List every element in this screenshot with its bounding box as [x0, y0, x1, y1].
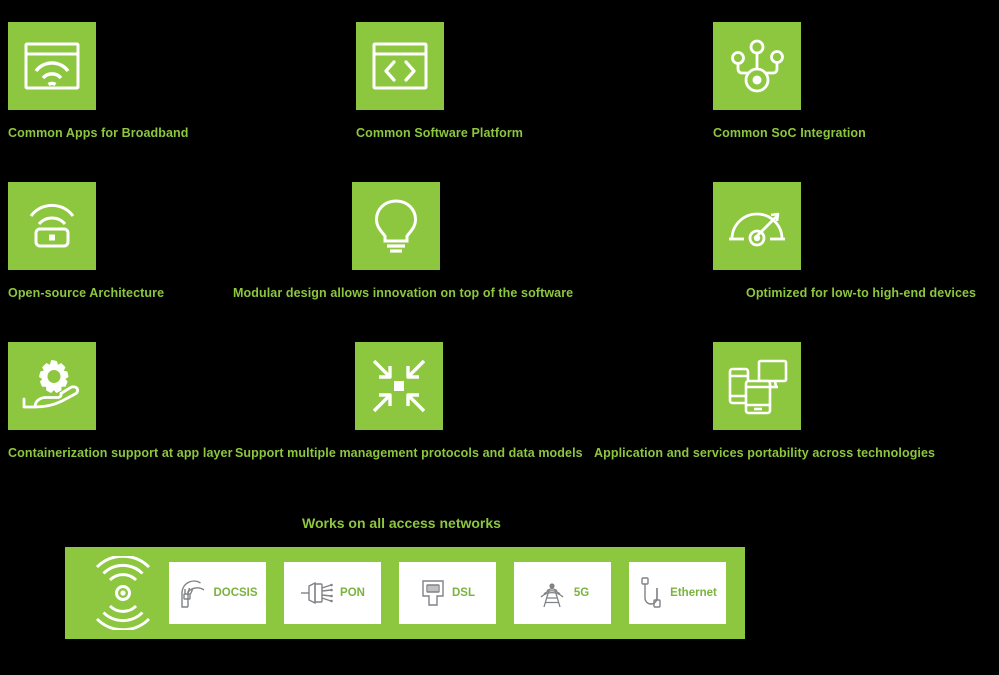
access-card-label: DSL	[452, 587, 475, 599]
feature-row: Open-source Architecture Modular design …	[0, 160, 999, 320]
feature-label: Common Apps for Broadband	[8, 126, 189, 140]
rj45-jack-icon	[420, 578, 446, 608]
converge-arrows-icon	[355, 342, 443, 430]
browser-wifi-icon	[8, 22, 96, 110]
code-window-icon	[356, 22, 444, 110]
feature-cell-containerization-support: Containerization support at app layer	[8, 320, 233, 460]
feature-cell-modular-design: Modular design allows innovation on top …	[233, 160, 573, 300]
feature-cell-common-software-platform: Common Software Platform	[356, 0, 523, 140]
soc-node-network-icon	[713, 22, 801, 110]
feature-grid: Common Apps for Broadband Common Softwar…	[0, 0, 999, 480]
access-card-label: PON	[340, 587, 365, 599]
feature-label: Containerization support at app layer	[8, 446, 233, 460]
coax-cable-icon	[177, 577, 207, 609]
access-card-ethernet[interactable]: Ethernet	[629, 562, 726, 624]
access-card-label: DOCSIS	[213, 587, 258, 599]
access-networks-heading: Works on all access networks	[302, 515, 501, 531]
feature-label: Common Software Platform	[356, 126, 523, 140]
feature-cell-common-apps: Common Apps for Broadband	[8, 0, 189, 140]
lightbulb-icon	[352, 182, 440, 270]
access-card-dsl[interactable]: DSL	[399, 562, 496, 624]
feature-label: Application and services portability acr…	[594, 446, 936, 460]
multi-device-icon	[713, 342, 801, 430]
feature-cell-management-protocols: Support multiple management protocols an…	[235, 320, 583, 460]
ethernet-cable-icon	[638, 576, 664, 610]
feature-cell-optimized-devices: Optimized for low-to high-end devices	[713, 160, 976, 300]
access-card-docsis[interactable]: DOCSIS	[169, 562, 266, 624]
feature-cell-common-soc-integration: Common SoC Integration	[713, 0, 866, 140]
radar-signal-icon	[77, 556, 169, 630]
feature-cell-open-source-architecture: Open-source Architecture	[8, 160, 164, 300]
fiber-splitter-icon	[300, 579, 334, 607]
feature-cell-services-portability: Application and services portability acr…	[594, 320, 935, 460]
feature-label: Optimized for low-to high-end devices	[746, 286, 977, 300]
feature-label: Modular design allows innovation on top …	[233, 286, 574, 300]
speedometer-icon	[713, 182, 801, 270]
wireless-router-icon	[8, 182, 96, 270]
cell-tower-icon	[536, 577, 568, 609]
access-card-label: 5G	[573, 587, 590, 599]
feature-row: Common Apps for Broadband Common Softwar…	[0, 0, 999, 160]
feature-row: Containerization support at app layer Su…	[0, 320, 999, 480]
feature-label: Support multiple management protocols an…	[235, 446, 583, 460]
feature-label: Common SoC Integration	[713, 126, 866, 140]
access-card-5g[interactable]: 5G	[514, 562, 611, 624]
access-networks-panel: DOCSIS PON DSL 5G Ethernet	[65, 547, 745, 639]
hand-holding-gear-icon	[8, 342, 96, 430]
access-card-pon[interactable]: PON	[284, 562, 381, 624]
feature-label: Open-source Architecture	[8, 286, 165, 300]
access-card-label: Ethernet	[670, 587, 717, 599]
